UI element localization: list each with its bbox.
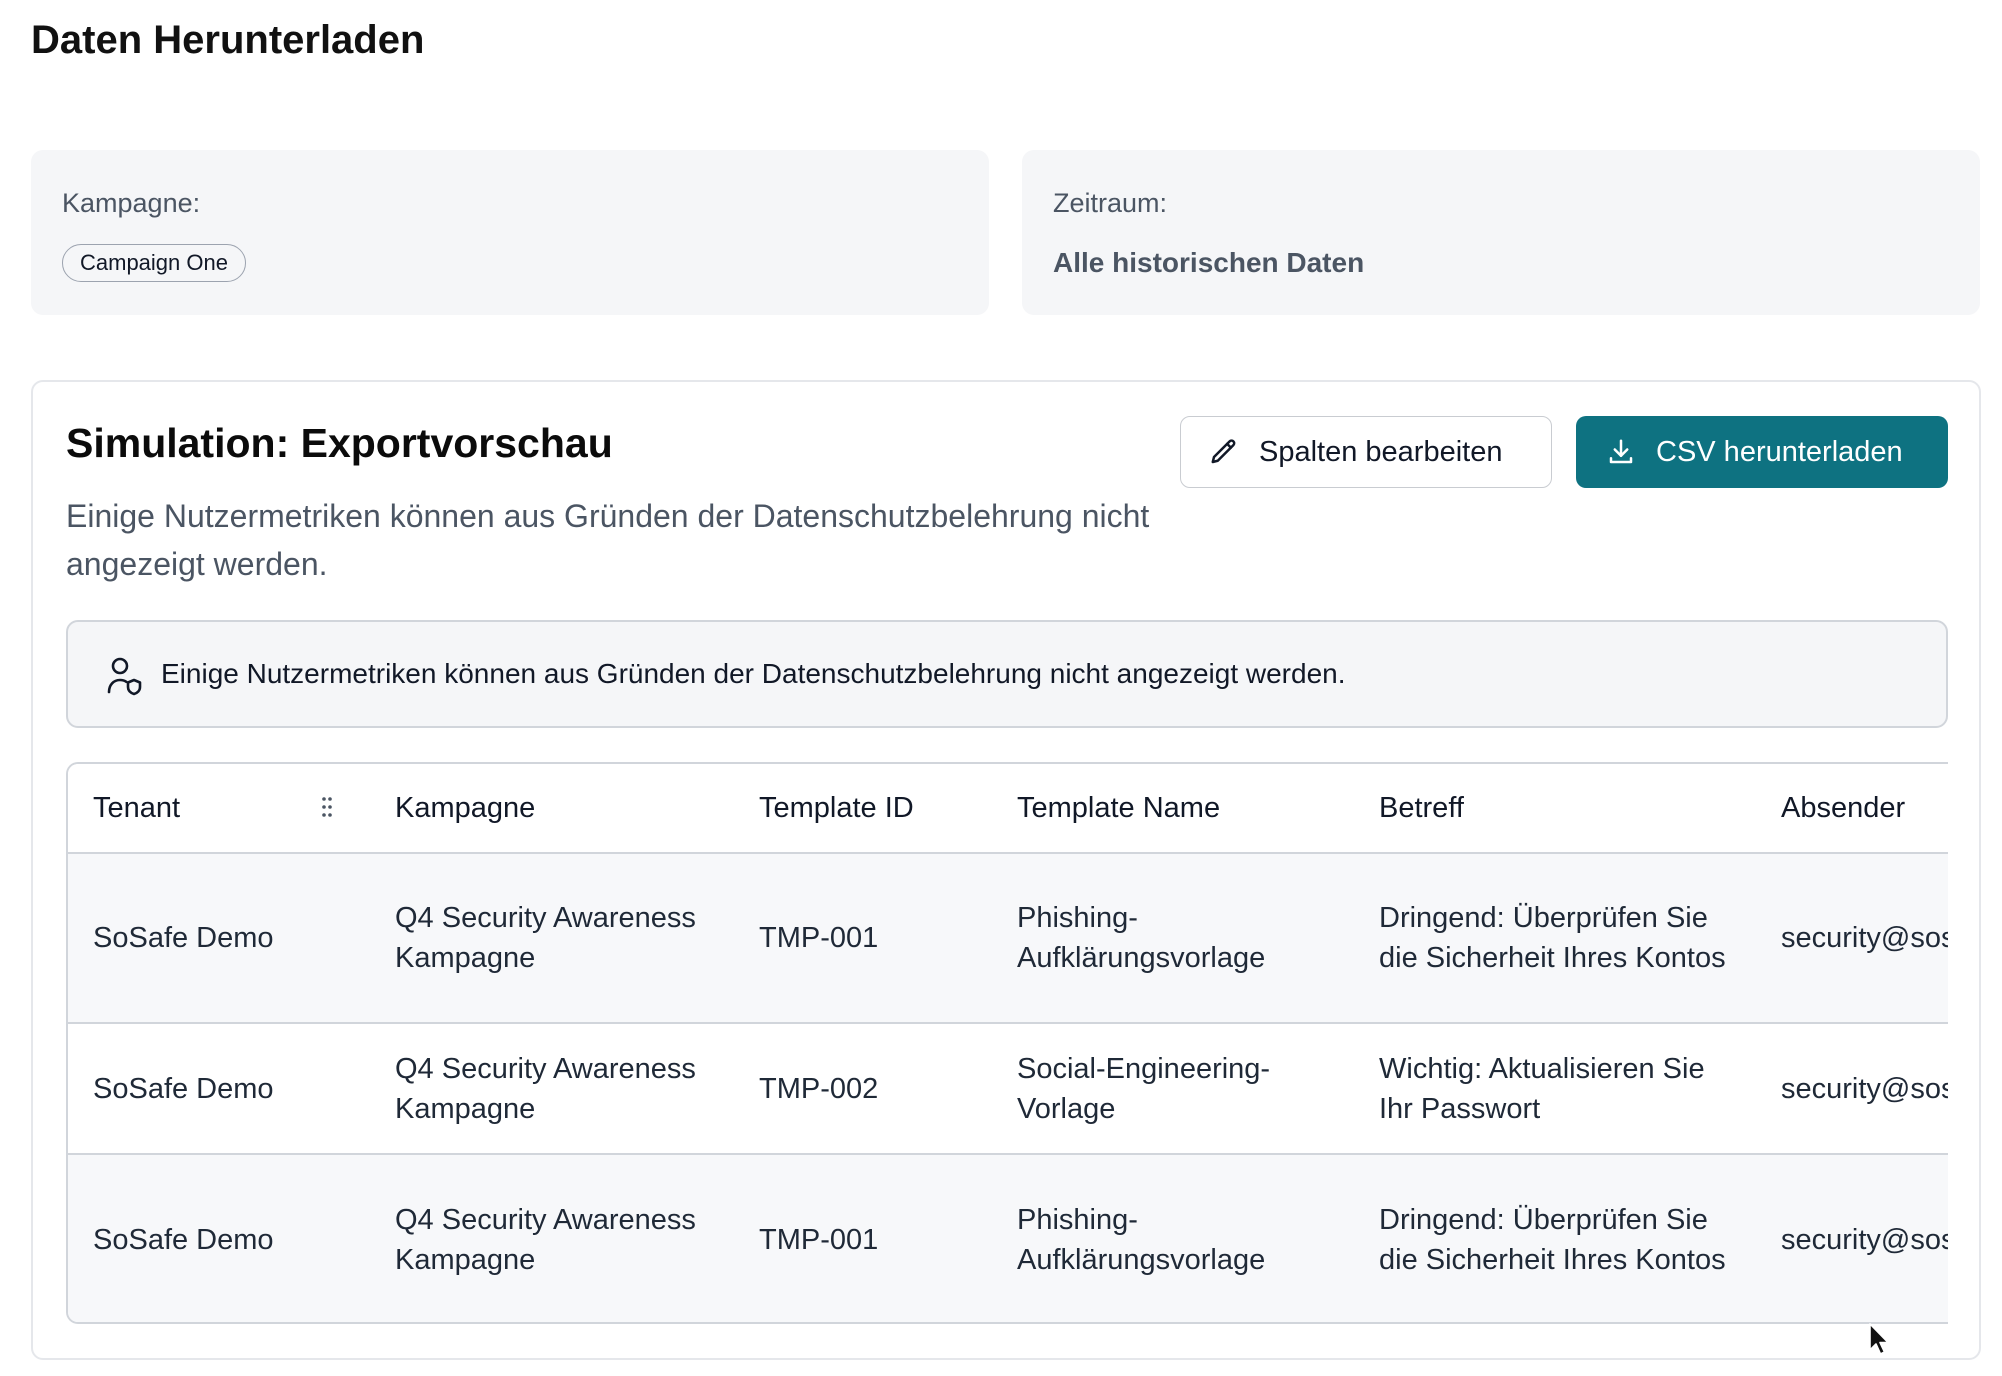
column-header-label: Kampagne <box>395 791 536 824</box>
table-header-row: Tenant Kampagne Template ID Template Nam… <box>68 764 1948 854</box>
cell-absender: security@sos <box>1756 1154 1948 1322</box>
drag-handle-icon[interactable] <box>321 796 333 818</box>
column-header-absender[interactable]: Absender <box>1756 764 1948 854</box>
column-header-label: Absender <box>1781 791 1906 824</box>
cell-kampagne: Q4 Security Awareness Kampagne <box>370 1023 734 1155</box>
column-header-label: Tenant <box>93 791 181 824</box>
cell-template-name: Phishing-Aufklärungsvorlage <box>992 1154 1354 1322</box>
panel-subtitle: Einige Nutzermetriken können aus Gründen… <box>66 498 1150 582</box>
cell-template-name: Phishing-Aufklärungsvorlage <box>992 853 1354 1024</box>
period-filter-label: Zeitraum: <box>1053 188 1168 218</box>
column-header-label: Template ID <box>759 791 914 824</box>
table-row: SoSafe Demo Q4 Security Awareness Kampag… <box>68 1023 1948 1155</box>
cell-tenant: SoSafe Demo <box>68 1023 370 1155</box>
column-header-kampagne[interactable]: Kampagne <box>370 764 996 854</box>
cell-absender: security@sos <box>1756 853 1948 1024</box>
page-title: Daten Herunterladen <box>31 18 425 62</box>
cell-tenant: SoSafe Demo <box>68 853 370 1024</box>
edit-columns-button[interactable]: Spalten bearbeiten <box>1180 416 1552 488</box>
download-icon <box>1606 437 1636 467</box>
export-preview-table: Tenant Kampagne Template ID Template Nam… <box>66 762 1948 1324</box>
cell-absender: security@sos <box>1756 1023 1948 1155</box>
table-row: SoSafe Demo Q4 Security Awareness Kampag… <box>68 1154 1948 1322</box>
cell-template-id: TMP-001 <box>734 1154 992 1322</box>
download-csv-button[interactable]: CSV herunterladen <box>1576 416 1948 488</box>
download-csv-label: CSV herunterladen <box>1656 435 1903 468</box>
column-header-betreff[interactable]: Betreff <box>1354 764 1756 854</box>
privacy-notice-text: Einige Nutzermetriken können aus Gründen… <box>161 658 1346 689</box>
column-header-label: Betreff <box>1379 791 1464 824</box>
panel-title: Simulation: Exportvorschau <box>66 420 613 466</box>
cell-betreff: Dringend: Überprüfen Sie die Sicherheit … <box>1354 853 1756 1024</box>
pencil-icon <box>1209 437 1239 467</box>
period-filter-card: Zeitraum: Alle historischen Daten <box>1022 150 1980 315</box>
period-value: Alle historischen Daten <box>1053 247 1365 278</box>
cell-template-id: TMP-002 <box>734 1023 992 1155</box>
campaign-filter-label: Kampagne: <box>62 188 201 218</box>
column-header-template-id[interactable]: Template ID <box>734 764 1617 854</box>
column-header-label: Template Name <box>1017 791 1221 824</box>
column-header-tenant[interactable]: Tenant <box>68 764 370 854</box>
table-row: SoSafe Demo Q4 Security Awareness Kampag… <box>68 853 1948 1024</box>
cell-template-id: TMP-001 <box>734 853 992 1024</box>
mouse-pointer-icon <box>1869 1323 1889 1355</box>
user-shield-icon <box>106 656 144 696</box>
edit-columns-label: Spalten bearbeiten <box>1259 435 1503 468</box>
cell-kampagne: Q4 Security Awareness Kampagne <box>370 1154 734 1322</box>
campaign-chip[interactable]: Campaign One <box>62 244 246 282</box>
cell-template-name: Social-Engineering-Vorlage <box>992 1023 1354 1155</box>
cell-betreff: Wichtig: Aktualisieren Sie Ihr Passwort <box>1354 1023 1756 1155</box>
campaign-filter-card: Kampagne: Campaign One <box>31 150 989 315</box>
cell-kampagne: Q4 Security Awareness Kampagne <box>370 853 734 1024</box>
privacy-notice: Einige Nutzermetriken können aus Gründen… <box>66 620 1948 728</box>
export-preview-panel: Simulation: Exportvorschau Einige Nutzer… <box>31 380 1981 1360</box>
cell-betreff: Dringend: Überprüfen Sie die Sicherheit … <box>1354 1154 1756 1322</box>
cell-tenant: SoSafe Demo <box>68 1154 370 1322</box>
column-header-template-name[interactable]: Template Name <box>992 764 1354 854</box>
